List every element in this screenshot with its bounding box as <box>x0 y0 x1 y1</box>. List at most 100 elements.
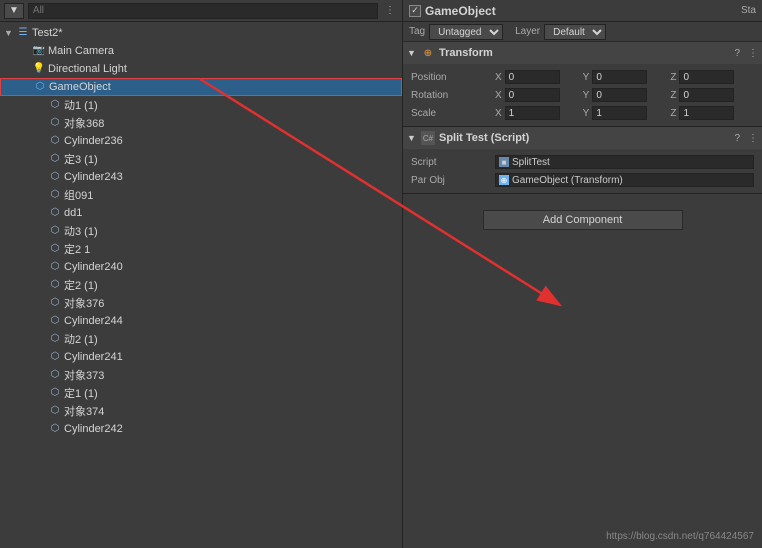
hierarchy-dropdown-btn[interactable]: ▼ <box>4 3 24 19</box>
split-test-component: ▼ C# Split Test (Script) ? ⋮ Script ■ Sp… <box>403 127 762 194</box>
mesh-icon: ⬡ <box>48 314 62 328</box>
tree-item-dong2[interactable]: ⬡ 动2 (1) <box>0 330 402 348</box>
transform-title: Transform <box>439 47 730 59</box>
mesh-icon: ⬡ <box>48 152 62 166</box>
layer-label: Layer <box>515 26 540 37</box>
transform-header[interactable]: ▼ ⊕ Transform ? ⋮ <box>403 42 762 64</box>
camera-icon: 📷 <box>32 44 46 58</box>
tree-item-label: 定1 (1) <box>64 385 98 401</box>
tree-item-obj373[interactable]: ⬡ 对象373 <box>0 366 402 384</box>
position-label: Position <box>411 72 491 83</box>
component-menu-icon[interactable]: ⋮ <box>748 48 758 59</box>
scale-y-group: Y 1 <box>583 106 667 120</box>
tree-item-cyl244[interactable]: ⬡ Cylinder244 <box>0 312 402 330</box>
parobj-name: GameObject (Transform) <box>512 175 623 186</box>
mesh-icon: ⬡ <box>48 224 62 238</box>
gameobj-icon: ⬡ <box>33 80 47 94</box>
tree-item-ding11[interactable]: ⬡ 定1 (1) <box>0 384 402 402</box>
parobj-value-field[interactable]: ⊕ GameObject (Transform) <box>495 173 754 187</box>
parobj-field-label: Par Obj <box>411 175 491 186</box>
mesh-icon: ⬡ <box>48 278 62 292</box>
tree-item-obj368[interactable]: ⬡ 对象368 <box>0 114 402 132</box>
mesh-icon: ⬡ <box>48 98 62 112</box>
help-icon[interactable]: ? <box>734 48 740 59</box>
gameobject-name: GameObject <box>425 4 737 18</box>
position-z-input[interactable]: 0 <box>679 70 734 84</box>
position-y-input[interactable]: 0 <box>592 70 647 84</box>
split-test-header[interactable]: ▼ C# Split Test (Script) ? ⋮ <box>403 127 762 149</box>
collapse-icon: ▼ <box>407 133 417 143</box>
scale-x-input[interactable]: 1 <box>505 106 560 120</box>
hierarchy-panel: ▼ ⋮ ▼ ☰ Test2* 📷 Main Camera 💡 Direct <box>0 0 403 548</box>
tree-item-label: 对象374 <box>64 403 104 419</box>
tree-item-test2[interactable]: ▼ ☰ Test2* <box>0 24 402 42</box>
mesh-icon: ⬡ <box>48 350 62 364</box>
scale-y-input[interactable]: 1 <box>592 106 647 120</box>
tree-item-directional-light[interactable]: 💡 Directional Light <box>0 60 402 78</box>
tree-item-label: 动3 (1) <box>64 223 98 239</box>
tree-item-cyl236[interactable]: ⬡ Cylinder236 <box>0 132 402 150</box>
help-icon[interactable]: ? <box>734 133 740 144</box>
tree-item-label: GameObject <box>49 81 111 93</box>
transform-component: ▼ ⊕ Transform ? ⋮ Position X 0 Y 0 <box>403 42 762 127</box>
tree-item-obj376[interactable]: ⬡ 对象376 <box>0 294 402 312</box>
mesh-icon: ⬡ <box>48 116 62 130</box>
tree-item-label: 定2 1 <box>64 241 90 257</box>
tree-item-label: 组091 <box>64 187 93 203</box>
watermark: https://blog.csdn.net/q764424567 <box>606 531 754 542</box>
tree-item-zu091[interactable]: ⬡ 组091 <box>0 186 402 204</box>
tree-item-cyl240[interactable]: ⬡ Cylinder240 <box>0 258 402 276</box>
position-z-group: Z 0 <box>670 70 754 84</box>
rotation-z-input[interactable]: 0 <box>679 88 734 102</box>
add-component-button[interactable]: Add Component <box>483 210 683 230</box>
mesh-icon: ⬡ <box>48 242 62 256</box>
transform-icon: ⊕ <box>421 46 435 60</box>
arrow-icon: ▼ <box>4 28 16 38</box>
gameobject-enabled-checkbox[interactable]: ✓ <box>409 5 421 17</box>
tree-item-ding21[interactable]: ⬡ 定2 1 <box>0 240 402 258</box>
tree-item-dong1[interactable]: ⬡ 动1 (1) <box>0 96 402 114</box>
tree-item-label: 对象368 <box>64 115 104 131</box>
tree-item-gameobject[interactable]: ⬡ GameObject <box>0 78 402 96</box>
tree-item-label: Main Camera <box>48 45 114 57</box>
rotation-x-input[interactable]: 0 <box>505 88 560 102</box>
tree-item-ding3[interactable]: ⬡ 定3 (1) <box>0 150 402 168</box>
mesh-icon: ⬡ <box>48 368 62 382</box>
script-value-field[interactable]: ■ SplitTest <box>495 155 754 169</box>
sy-axis-label: Y <box>583 108 590 119</box>
tree-item-cyl243[interactable]: ⬡ Cylinder243 <box>0 168 402 186</box>
scale-z-group: Z 1 <box>670 106 754 120</box>
rotation-y-input[interactable]: 0 <box>592 88 647 102</box>
tree-item-cyl241[interactable]: ⬡ Cylinder241 <box>0 348 402 366</box>
component-menu-icon[interactable]: ⋮ <box>748 133 758 144</box>
tree-item-main-camera[interactable]: 📷 Main Camera <box>0 42 402 60</box>
tree-item-label: Cylinder244 <box>64 315 123 327</box>
position-y-group: Y 0 <box>583 70 667 84</box>
scale-x-group: X 1 <box>495 106 579 120</box>
hierarchy-search-input[interactable] <box>28 3 378 19</box>
scene-icon: ☰ <box>16 26 30 40</box>
position-x-group: X 0 <box>495 70 579 84</box>
tree-item-label: Test2* <box>32 27 63 39</box>
rx-axis-label: X <box>495 90 502 101</box>
tree-item-label: 对象376 <box>64 295 104 311</box>
tree-item-ding2[interactable]: ⬡ 定2 (1) <box>0 276 402 294</box>
tree-item-label: 对象373 <box>64 367 104 383</box>
tree-item-label: Cylinder243 <box>64 171 123 183</box>
tree-item-dd1[interactable]: ⬡ dd1 <box>0 204 402 222</box>
mesh-icon: ⬡ <box>48 134 62 148</box>
hierarchy-menu-icon[interactable]: ⋮ <box>382 3 398 19</box>
tag-dropdown[interactable]: Untagged <box>429 24 503 40</box>
tree-item-obj374[interactable]: ⬡ 对象374 <box>0 402 402 420</box>
mesh-icon: ⬡ <box>48 386 62 400</box>
tree-item-dong3[interactable]: ⬡ 动3 (1) <box>0 222 402 240</box>
transform-body: Position X 0 Y 0 Z 0 Rota <box>403 64 762 126</box>
layer-dropdown[interactable]: Default <box>544 24 606 40</box>
sx-axis-label: X <box>495 108 502 119</box>
inspector-panel: ✓ GameObject Sta Tag Untagged Layer Defa… <box>403 0 762 548</box>
add-component-container: Add Component <box>403 194 762 246</box>
position-row: Position X 0 Y 0 Z 0 <box>411 68 754 86</box>
scale-z-input[interactable]: 1 <box>679 106 734 120</box>
tree-item-cyl242[interactable]: ⬡ Cylinder242 <box>0 420 402 438</box>
position-x-input[interactable]: 0 <box>505 70 560 84</box>
